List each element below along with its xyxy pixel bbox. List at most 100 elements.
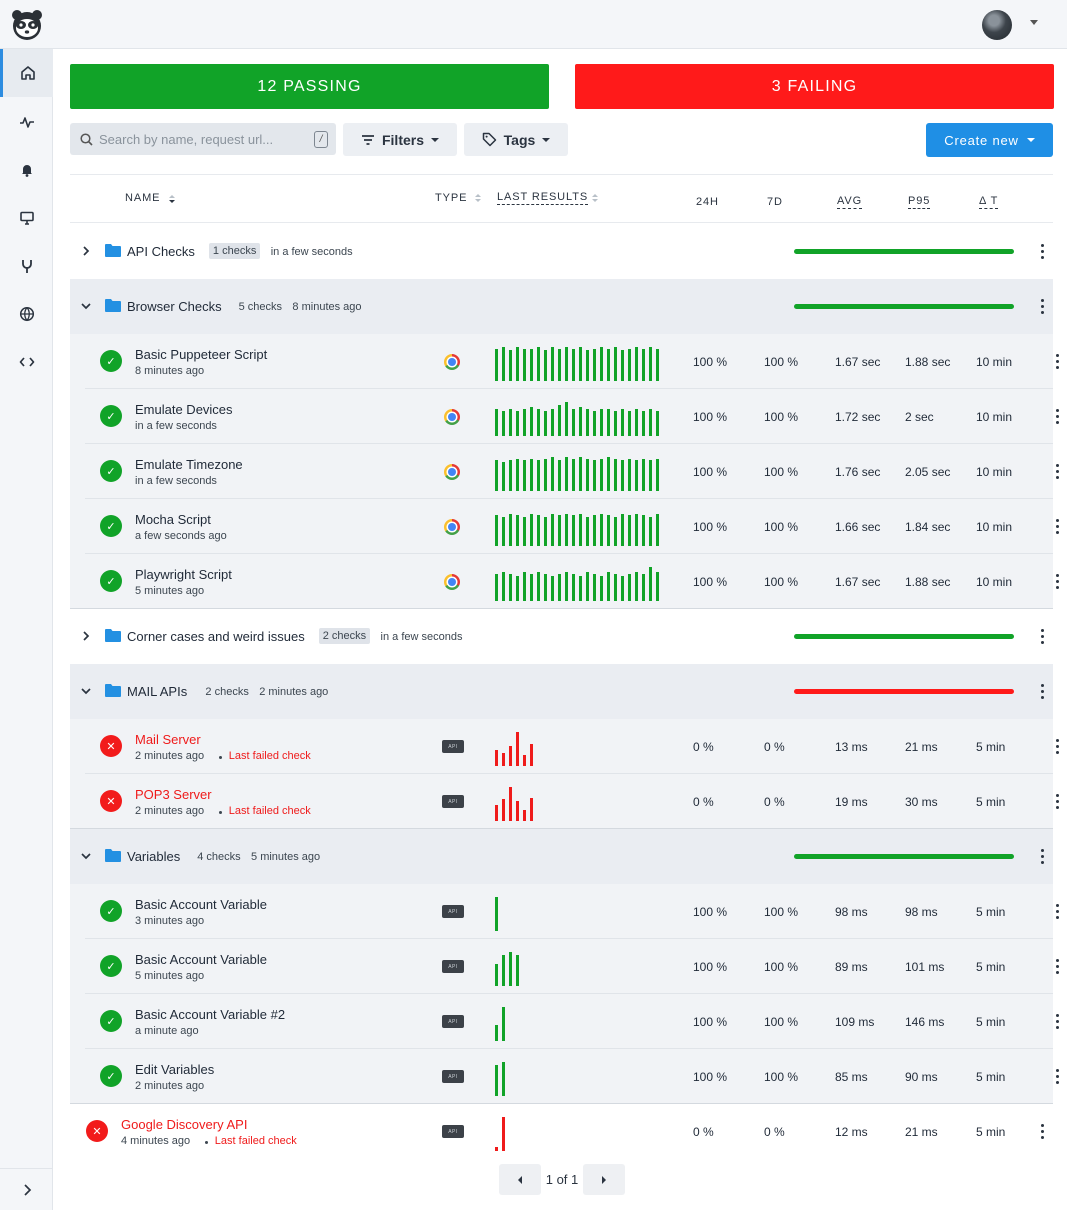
check-name[interactable]: Basic Puppeteer Script	[135, 347, 267, 362]
group-name[interactable]: Variables	[127, 849, 180, 864]
check-row[interactable]: ✓ Emulate Devices in a few seconds 100 % 100…	[70, 389, 1059, 444]
last-results-sparkline[interactable]	[495, 783, 665, 821]
more-options-icon[interactable]	[1056, 354, 1059, 369]
check-row[interactable]: ✓ Playwright Script 5 minutes ago 100 % 100 …	[70, 554, 1059, 609]
filters-button[interactable]: Filters	[343, 123, 457, 156]
check-group-row[interactable]: MAIL APIs 2 checks 2 minutes ago	[70, 664, 1053, 719]
check-row[interactable]: ✓ Mocha Script a few seconds ago 100 % 100 %…	[70, 499, 1059, 554]
sidebar-item-home[interactable]	[0, 49, 53, 97]
more-options-icon[interactable]	[1056, 1069, 1059, 1084]
last-results-sparkline[interactable]	[495, 728, 665, 766]
check-group-row[interactable]: API Checks 1 checks in a few seconds	[70, 224, 1053, 279]
group-name[interactable]: Browser Checks	[127, 299, 222, 314]
column-24h[interactable]: 24H	[696, 196, 719, 208]
check-name[interactable]: Google Discovery API	[121, 1117, 247, 1132]
check-row[interactable]: ✓ Edit Variables 2 minutes ago API 100 % 100 …	[70, 1049, 1059, 1104]
check-name[interactable]: Edit Variables	[135, 1062, 214, 1077]
column-delta-t[interactable]: Δ T	[979, 195, 999, 209]
sidebar-item-activity[interactable]	[0, 98, 53, 146]
check-row[interactable]: ✓ Basic Account Variable 3 minutes ago API 1…	[70, 884, 1059, 939]
check-name[interactable]: Playwright Script	[135, 567, 232, 582]
chevron-down-icon[interactable]	[81, 686, 91, 696]
more-options-icon[interactable]	[1056, 1014, 1059, 1029]
chevron-down-icon[interactable]	[81, 851, 91, 861]
raccoon-logo-icon[interactable]	[10, 8, 44, 42]
last-results-sparkline[interactable]	[495, 948, 665, 986]
user-avatar[interactable]	[982, 10, 1012, 40]
last-results-sparkline[interactable]	[495, 1003, 665, 1041]
chevron-right-icon[interactable]	[81, 631, 91, 641]
more-options-icon[interactable]	[1041, 629, 1044, 644]
more-options-icon[interactable]	[1056, 519, 1059, 534]
check-row[interactable]: ✕ Mail Server 2 minutes ago Last failed che…	[70, 719, 1059, 774]
check-group-row[interactable]: Browser Checks 5 checks 8 minutes ago	[70, 279, 1053, 334]
check-row[interactable]: ✕ Google Discovery API 4 minutes ago Last f…	[70, 1104, 1053, 1159]
check-group-row[interactable]: Corner cases and weird issues 2 checks in …	[70, 609, 1053, 664]
more-options-icon[interactable]	[1041, 684, 1044, 699]
check-name[interactable]: Mail Server	[135, 732, 201, 747]
sidebar-item-locations[interactable]	[0, 290, 53, 338]
check-name[interactable]: Basic Account Variable	[135, 897, 267, 912]
create-new-button[interactable]: Create new	[926, 123, 1053, 157]
more-options-icon[interactable]	[1041, 1124, 1044, 1139]
more-options-icon[interactable]	[1056, 904, 1059, 919]
group-name[interactable]: Corner cases and weird issues	[127, 629, 305, 644]
check-name[interactable]: Mocha Script	[135, 512, 211, 527]
last-results-sparkline[interactable]	[495, 1113, 665, 1151]
more-options-icon[interactable]	[1056, 794, 1059, 809]
previous-page-button[interactable]	[499, 1164, 541, 1195]
more-options-icon[interactable]	[1041, 299, 1044, 314]
group-name[interactable]: MAIL APIs	[127, 684, 187, 699]
sidebar-item-alerts[interactable]	[0, 146, 53, 194]
last-results-sparkline[interactable]	[495, 1058, 665, 1096]
column-type[interactable]: TYPE	[435, 192, 467, 204]
sort-icon[interactable]	[592, 193, 598, 203]
more-options-icon[interactable]	[1056, 409, 1059, 424]
search-box[interactable]: /	[70, 123, 336, 155]
last-results-sparkline[interactable]	[495, 893, 665, 931]
check-row[interactable]: ✓ Basic Account Variable #2 a minute ago AP…	[70, 994, 1059, 1049]
chevron-right-icon[interactable]	[81, 246, 91, 256]
last-results-sparkline[interactable]	[495, 453, 665, 491]
check-row[interactable]: ✓ Basic Puppeteer Script 8 minutes ago 100 …	[70, 334, 1059, 389]
more-options-icon[interactable]	[1056, 739, 1059, 754]
more-options-icon[interactable]	[1041, 244, 1044, 259]
check-group-row[interactable]: Variables 4 checks 5 minutes ago	[70, 829, 1053, 884]
sidebar-expand-button[interactable]	[0, 1168, 53, 1210]
last-results-sparkline[interactable]	[495, 398, 665, 436]
sort-icon[interactable]	[169, 194, 175, 204]
check-name[interactable]: Emulate Timezone	[135, 457, 243, 472]
user-menu-caret-icon[interactable]	[1030, 20, 1038, 25]
check-name[interactable]: POP3 Server	[135, 787, 212, 802]
more-options-icon[interactable]	[1056, 464, 1059, 479]
last-failed-check-link[interactable]: Last failed check	[229, 750, 311, 762]
column-7d[interactable]: 7D	[767, 196, 783, 208]
last-results-sparkline[interactable]	[495, 563, 665, 601]
chevron-down-icon[interactable]	[81, 301, 91, 311]
last-results-sparkline[interactable]	[495, 343, 665, 381]
group-name[interactable]: API Checks	[127, 244, 195, 259]
column-last-results[interactable]: LAST RESULTS	[497, 191, 589, 205]
check-row[interactable]: ✓ Emulate Timezone in a few seconds 100 % 10…	[70, 444, 1059, 499]
column-avg[interactable]: AVG	[837, 195, 863, 209]
check-row[interactable]: ✓ Basic Account Variable 5 minutes ago API 1…	[70, 939, 1059, 994]
sidebar-item-dashboards[interactable]	[0, 194, 53, 242]
check-name[interactable]: Emulate Devices	[135, 402, 233, 417]
check-name[interactable]: Basic Account Variable #2	[135, 1007, 285, 1022]
column-p95[interactable]: P95	[908, 195, 931, 209]
passing-summary[interactable]: 12 PASSING	[70, 64, 549, 109]
tags-button[interactable]: Tags	[464, 123, 568, 156]
sidebar-item-code[interactable]	[0, 338, 53, 386]
search-input[interactable]	[99, 131, 309, 147]
failing-summary[interactable]: 3 FAILING	[575, 64, 1054, 109]
more-options-icon[interactable]	[1056, 574, 1059, 589]
sort-icon[interactable]	[475, 193, 481, 203]
check-row[interactable]: ✕ POP3 Server 2 minutes ago Last failed che…	[70, 774, 1059, 829]
sidebar-item-integrations[interactable]	[0, 242, 53, 290]
next-page-button[interactable]	[583, 1164, 625, 1195]
more-options-icon[interactable]	[1041, 849, 1044, 864]
last-failed-check-link[interactable]: Last failed check	[229, 805, 311, 817]
check-name[interactable]: Basic Account Variable	[135, 952, 267, 967]
more-options-icon[interactable]	[1056, 959, 1059, 974]
last-failed-check-link[interactable]: Last failed check	[215, 1135, 297, 1147]
